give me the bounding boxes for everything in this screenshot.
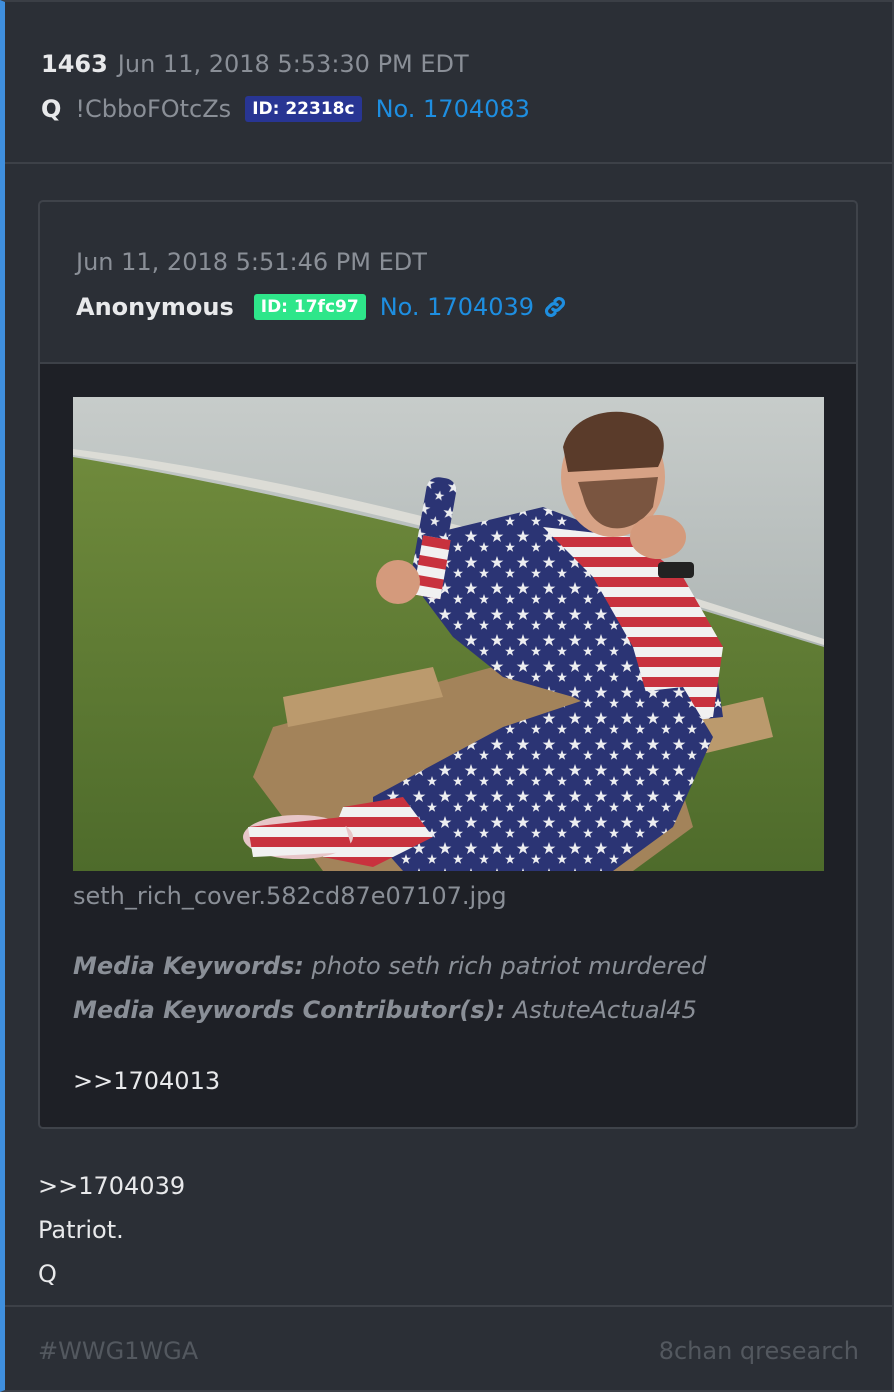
quoted-post-header: Jun 11, 2018 5:51:46 PM EDT Anonymous ID… <box>40 202 856 364</box>
quoted-post-body: seth_rich_cover.582cd87e07107.jpg Media … <box>40 364 856 1127</box>
reply-reference-link[interactable]: >>1704039 <box>38 1164 185 1208</box>
quote-reference-link[interactable]: >>1704013 <box>73 1067 220 1095</box>
quoted-post: Jun 11, 2018 5:51:46 PM EDT Anonymous ID… <box>38 200 858 1129</box>
post-header: 1463 Jun 11, 2018 5:53:30 PM EDT Q !CbboF… <box>5 2 892 164</box>
post-meta: 1463 Jun 11, 2018 5:53:30 PM EDT <box>41 48 469 80</box>
tripcode: !CbboFOtcZs <box>75 95 232 123</box>
quoted-author-row: Anonymous ID: 17fc97 No. 1704039 <box>76 290 568 324</box>
poster-id-badge: ID: 22318c <box>245 96 362 122</box>
contributors-label: Media Keywords Contributor(s): <box>73 996 506 1024</box>
quoted-post-date: Jun 11, 2018 5:51:46 PM EDT <box>76 248 427 276</box>
post-body: >>1704039 Patriot. Q <box>38 1164 185 1296</box>
source-label: 8chan qresearch <box>658 1337 859 1365</box>
author-name: Q <box>41 95 62 123</box>
attached-photo[interactable] <box>73 397 824 871</box>
media-keywords-label: Media Keywords: <box>73 952 304 980</box>
quoted-author-name: Anonymous <box>76 293 234 321</box>
drop-number: 1463 <box>41 50 108 78</box>
quoted-post-number-link[interactable]: No. 1704039 <box>380 290 534 324</box>
media-keywords-contributors: Media Keywords Contributor(s): AstuteAct… <box>73 996 697 1024</box>
contributors-value: AstuteActual45 <box>505 996 697 1024</box>
post-author-row: Q !CbboFOtcZs ID: 22318c No. 1704083 <box>41 92 530 126</box>
card-footer: #WWG1WGA 8chan qresearch <box>5 1305 892 1392</box>
media-keywords-value: photo seth rich patriot murdered <box>303 952 707 980</box>
link-icon[interactable] <box>542 294 568 320</box>
media-keywords: Media Keywords: photo seth rich patriot … <box>73 952 706 980</box>
image-filename[interactable]: seth_rich_cover.582cd87e07107.jpg <box>73 882 507 910</box>
post-signature: Q <box>38 1260 57 1288</box>
q-drop-card: 1463 Jun 11, 2018 5:53:30 PM EDT Q !CbboF… <box>0 0 894 1392</box>
quoted-poster-id-badge: ID: 17fc97 <box>253 294 366 320</box>
hashtag-label: #WWG1WGA <box>38 1337 199 1365</box>
post-text-line: Patriot. <box>38 1216 124 1244</box>
post-date: Jun 11, 2018 5:53:30 PM EDT <box>117 50 469 78</box>
post-number-link[interactable]: No. 1704083 <box>376 92 530 126</box>
